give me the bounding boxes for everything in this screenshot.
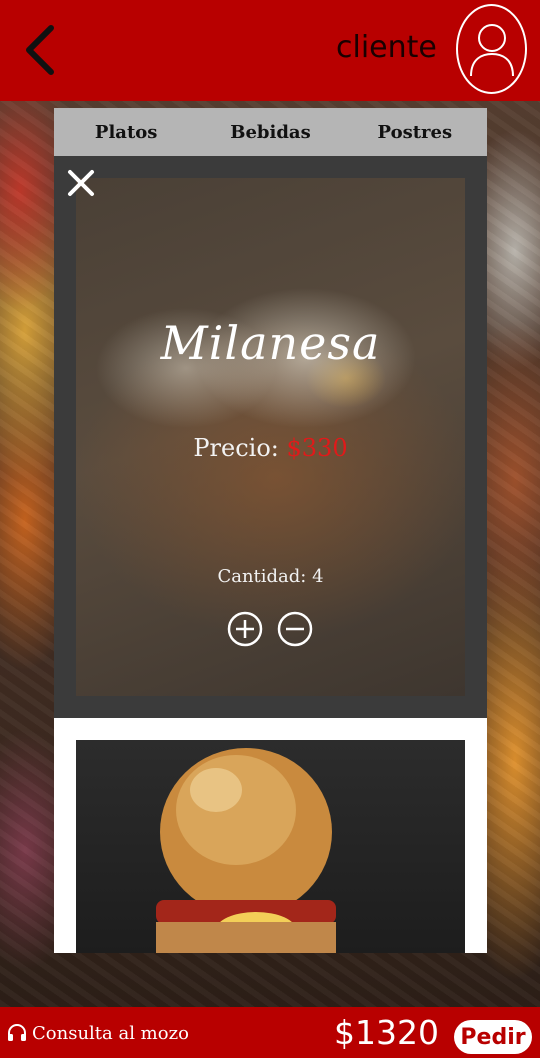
plus-circle-icon [227, 611, 263, 647]
tab-postres[interactable]: Postres [343, 108, 487, 156]
order-button[interactable]: Pedir [454, 1020, 532, 1054]
price-row: Precio: $330 [54, 434, 487, 462]
chevron-left-icon [26, 25, 54, 75]
call-waiter-button[interactable]: Consulta al mozo [6, 1019, 189, 1047]
burger-photo [156, 748, 336, 953]
quantity-stepper [227, 611, 317, 651]
decrease-button[interactable] [277, 611, 313, 647]
profile-button[interactable] [456, 4, 527, 94]
tab-platos[interactable]: Platos [54, 108, 198, 156]
menu-panel: Platos Bebidas Postres Milanesa Precio: … [54, 108, 487, 953]
increase-button[interactable] [227, 611, 263, 647]
top-bar: cliente [0, 0, 540, 101]
order-total: $1320 [334, 1013, 439, 1052]
dish-card[interactable] [76, 740, 465, 953]
dish-title: Milanesa [160, 316, 381, 370]
close-button[interactable] [66, 168, 96, 198]
minus-circle-icon [277, 611, 313, 647]
price-label: Precio: [193, 434, 279, 462]
tab-bebidas[interactable]: Bebidas [198, 108, 342, 156]
headset-icon [8, 1024, 26, 1041]
dish-detail-card: Milanesa Precio: $330 Cantidad: 4 [54, 156, 487, 718]
bottom-bar: Consulta al mozo $1320 Pedir [0, 1007, 540, 1058]
close-icon [68, 170, 94, 196]
category-tabs: Platos Bebidas Postres [54, 108, 487, 156]
client-label: cliente [336, 30, 437, 65]
user-icon [469, 24, 514, 77]
price-value: $330 [286, 434, 348, 462]
back-button[interactable] [14, 22, 64, 78]
quantity-label: Cantidad: 4 [217, 566, 324, 587]
call-waiter-label: Consulta al mozo [32, 1022, 189, 1044]
